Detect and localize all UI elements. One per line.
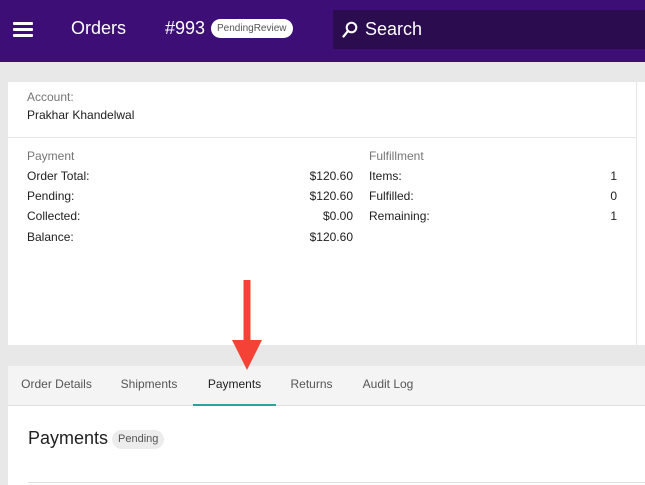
payment-value: $120.60 <box>309 230 353 244</box>
divider <box>636 82 637 345</box>
payment-label: Pending: <box>27 189 75 203</box>
payment-value: $120.60 <box>309 189 353 203</box>
payment-label: Order Total: <box>27 169 90 183</box>
divider <box>28 482 645 483</box>
fulfillment-heading: Fulfillment <box>369 149 424 163</box>
fulfillment-label: Remaining: <box>369 209 430 223</box>
section-title: Payments <box>28 428 109 448</box>
search-icon <box>342 21 358 38</box>
tab-shipments[interactable]: Shipments <box>108 366 190 406</box>
divider <box>8 137 636 138</box>
fulfillment-value: 1 <box>610 169 617 183</box>
search-input[interactable]: Search <box>333 10 645 49</box>
tab-audit-log[interactable]: Audit Log <box>353 366 423 406</box>
fulfillment-value: 0 <box>610 189 617 203</box>
top-app-bar: Orders #993 PendingReview Search <box>0 0 645 62</box>
payment-heading: Payment <box>27 149 75 163</box>
account-label: Account: <box>27 90 74 104</box>
hamburger-menu-icon[interactable] <box>13 20 33 38</box>
payment-label: Balance: <box>27 230 74 244</box>
payment-value: $0.00 <box>322 209 353 223</box>
status-badge: Pending <box>112 430 165 449</box>
order-summary-card: Account: Prakhar Khandelwal Payment Orde… <box>8 82 645 345</box>
annotation-arrow-icon <box>232 280 262 370</box>
payment-value: $120.60 <box>309 169 353 183</box>
search-placeholder: Search <box>365 19 423 39</box>
app-title: Orders <box>71 18 127 38</box>
payments-panel: Payments Pending <box>8 406 645 485</box>
order-status-badge: PendingReview <box>211 19 293 38</box>
fulfillment-label: Items: <box>369 169 402 183</box>
fulfillment-label: Fulfilled: <box>369 189 414 203</box>
payment-label: Collected: <box>27 209 81 223</box>
tab-payments[interactable]: Payments <box>193 366 276 406</box>
order-tabs: Order Details Shipments Payments Returns… <box>8 366 645 406</box>
account-name: Prakhar Khandelwal <box>27 108 135 122</box>
tab-order-details[interactable]: Order Details <box>8 366 105 406</box>
tab-returns[interactable]: Returns <box>280 366 343 406</box>
fulfillment-value: 1 <box>610 209 617 223</box>
order-number: #993 <box>165 18 206 38</box>
